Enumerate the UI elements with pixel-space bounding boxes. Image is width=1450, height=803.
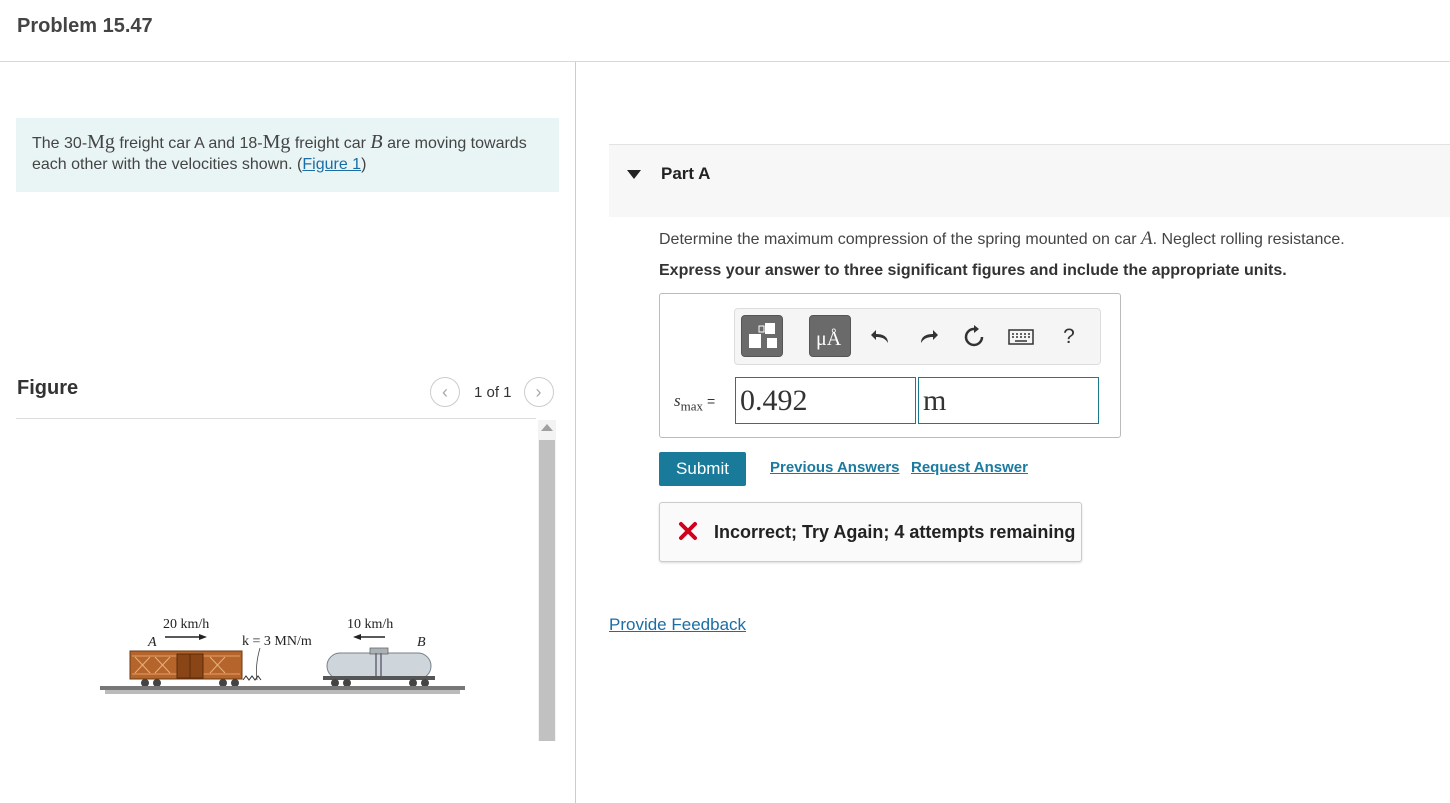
wheel <box>231 679 239 687</box>
equals-sign: = <box>707 393 716 409</box>
wheel <box>409 679 417 687</box>
spring-leader-line <box>256 647 261 681</box>
car-b-label: B <box>417 635 426 650</box>
panel-divider <box>575 62 576 803</box>
intro-text: freight car A and 18- <box>114 135 263 152</box>
velocity-arrowhead-a <box>199 634 207 640</box>
rail-track <box>100 686 465 690</box>
chevron-right-icon[interactable]: › <box>523 377 554 407</box>
wheel <box>153 679 161 687</box>
spring-coil <box>242 675 262 681</box>
figure-scroll-thumb[interactable] <box>539 440 555 741</box>
templates-icon[interactable] <box>741 315 783 357</box>
answer-instruction: Express your answer to three significant… <box>659 262 1287 279</box>
car-b-variable: B <box>370 131 383 153</box>
problem-title: Problem 15.47 <box>17 15 153 37</box>
intro-text: The 30- <box>32 135 88 152</box>
units-icon[interactable]: μÅ <box>809 315 851 357</box>
answer-unit-input[interactable]: m <box>918 377 1099 424</box>
intro-text: ) <box>361 156 367 173</box>
request-answer-link[interactable]: Request Answer <box>911 459 1028 476</box>
figure-link[interactable]: Figure 1 <box>302 156 361 173</box>
figure-heading: Figure <box>17 377 79 399</box>
feedback-message-box: Incorrect; Try Again; 4 attempts remaini… <box>659 502 1082 562</box>
question-text: Determine the maximum compression of the… <box>659 228 1345 250</box>
variable-symbol: s <box>674 391 681 410</box>
question-text-start: Determine the maximum compression of the… <box>659 231 1141 248</box>
variable-subscript: max <box>680 398 704 414</box>
chevron-left-icon[interactable]: ‹ <box>430 377 460 407</box>
car-a-label: A <box>147 635 157 650</box>
car-a-variable: A <box>1141 228 1153 249</box>
units-label: μÅ <box>816 328 842 350</box>
incorrect-x-icon <box>679 522 697 540</box>
question-text-end: . Neglect rolling resistance. <box>1152 231 1345 248</box>
previous-answers-link[interactable]: Previous Answers <box>770 459 900 476</box>
figure-pager: ‹ 1 of 1 › <box>430 376 554 408</box>
figure-image: 20 km/h A k = 3 MN/m 10 km/h B <box>100 617 465 694</box>
spring-constant-label: k = 3 MN/m <box>242 634 312 649</box>
problem-intro: The 30-Mg freight car A and 18-Mg freigh… <box>16 118 559 192</box>
tank-car-b <box>326 652 432 680</box>
pager-text: 1 of 1 <box>474 383 512 401</box>
feedback-text: Incorrect; Try Again; 4 attempts remaini… <box>714 522 1076 542</box>
help-icon[interactable]: ? <box>1055 323 1083 351</box>
submit-button[interactable]: Submit <box>659 452 746 486</box>
undo-icon[interactable] <box>867 323 895 351</box>
header-bar: Problem 15.47 <box>0 0 1450 62</box>
speed-a-label: 20 km/h <box>163 617 209 632</box>
part-title: Part A <box>661 164 711 183</box>
caret-down-icon[interactable] <box>627 170 641 179</box>
rail-ties <box>105 690 460 694</box>
wheel <box>331 679 339 687</box>
redo-icon[interactable] <box>914 323 942 351</box>
scroll-up-arrow-icon[interactable] <box>541 424 553 431</box>
tank-car-dome <box>369 647 389 655</box>
figure-divider <box>16 418 536 419</box>
answer-value-input[interactable]: 0.492 <box>735 377 916 424</box>
wheel <box>343 679 351 687</box>
mass-unit: Mg <box>262 131 291 153</box>
reset-icon[interactable] <box>960 323 988 351</box>
tank-car-frame <box>323 676 435 680</box>
math-toolbar: μÅ ? <box>734 308 1101 365</box>
velocity-arrowhead-b <box>353 634 361 640</box>
wheel <box>219 679 227 687</box>
wheel <box>141 679 149 687</box>
keyboard-icon[interactable] <box>1007 323 1035 351</box>
answer-variable-label: smax = <box>674 391 715 414</box>
mass-unit: Mg <box>87 131 115 153</box>
speed-b-label: 10 km/h <box>347 617 393 632</box>
wheel <box>421 679 429 687</box>
provide-feedback-link[interactable]: Provide Feedback <box>609 615 746 635</box>
part-a-header[interactable]: Part A <box>609 144 1450 217</box>
intro-text: freight car <box>290 135 371 152</box>
